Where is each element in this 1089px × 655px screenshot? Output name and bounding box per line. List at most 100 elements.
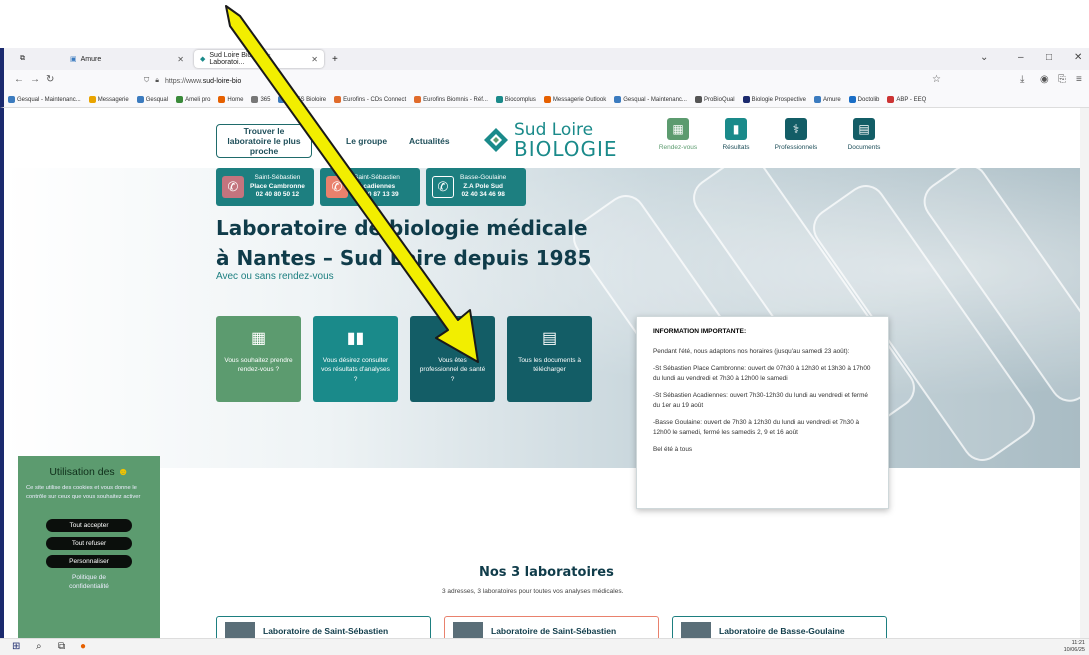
bar-chart-icon: ▮ <box>725 118 747 140</box>
lab-name: Saint-Sébastien <box>254 174 301 182</box>
cookie-refuse-button[interactable]: Tout refuser <box>46 537 132 551</box>
firefox-icon[interactable]: ● <box>80 641 86 652</box>
bookmark-favicon-icon <box>742 96 750 103</box>
download-icon[interactable]: ⤓ <box>1020 74 1024 85</box>
tab-list-icon[interactable]: ⌄ <box>980 52 988 63</box>
close-window-icon[interactable]: ✕ <box>1074 52 1082 63</box>
bookmark-item[interactable]: ORES Bioloire <box>278 96 326 103</box>
quick-link-professionnels[interactable]: ⚕ Professionnels <box>766 118 826 151</box>
lab-card-saint-sebastien-2[interactable]: Laboratoire de Saint-Sébastien <box>444 616 659 638</box>
favicon-icon: ◆ <box>200 56 206 63</box>
nav-le-groupe[interactable]: Le groupe <box>346 136 387 146</box>
bar-chart-icon: ▮▮ <box>346 330 365 347</box>
card-text: Vous êtes professionnel de santé ? <box>419 357 486 383</box>
bookmark-item[interactable]: Biocomplus <box>495 96 536 103</box>
card-text: Vous souhaitez prendre rendez-vous ? <box>224 357 293 374</box>
back-icon[interactable]: ← <box>14 74 24 85</box>
phone-badge-acadiennes[interactable]: ✆ Saint-Sébastien Acadiennes 02 40 87 13… <box>320 168 420 206</box>
address-bar[interactable]: ⛉ 🔒︎ https://www. sud-loire-bio <box>144 73 884 89</box>
bookmark-item[interactable]: 365 <box>251 96 270 103</box>
bookmark-favicon-icon <box>278 96 286 103</box>
lab-card-saint-sebastien-1[interactable]: Laboratoire de Saint-Sébastien <box>216 616 431 638</box>
tab-amure[interactable]: ▣ Amure ✕ <box>64 50 190 68</box>
bookmark-label: ProBioQual <box>703 96 735 103</box>
bookmark-item[interactable]: Gesqual - Maintenanc... <box>8 96 81 103</box>
bookmark-favicon-icon <box>8 96 15 103</box>
cookie-text: Ce site utilise des cookies et vous donn… <box>26 485 141 500</box>
bookmark-item[interactable]: Ameli pro <box>176 96 210 103</box>
lab-card-basse-goulaine[interactable]: Laboratoire de Basse-Goulaine <box>672 616 887 638</box>
phone-badge-place-cambronne[interactable]: ✆ Saint-Sébastien Place Cambronne 02 40 … <box>216 168 314 206</box>
forward-icon[interactable]: → <box>30 74 40 85</box>
lab-photo <box>681 622 711 638</box>
bookmark-item[interactable]: Gesqual <box>136 96 168 103</box>
cookie-accept-button[interactable]: Tout accepter <box>46 519 132 533</box>
bookmark-item[interactable]: Biologie Prospective <box>742 96 806 103</box>
close-tab-icon[interactable]: ✕ <box>177 55 184 64</box>
hero-subtitle: Avec ou sans rendez-vous <box>216 271 334 282</box>
web-page: Trouver le laboratoire le plus proche Le… <box>0 108 1080 638</box>
hero-title-line1: Laboratoire de biologie médicale <box>216 216 588 240</box>
card-professionnels[interactable]: ⚕ Vous êtes professionnel de santé ? <box>410 316 495 402</box>
maximize-icon[interactable]: □ <box>1046 52 1052 63</box>
tab-overview-icon[interactable]: ⧉ <box>14 50 28 68</box>
bookmark-item[interactable]: ProBioQual <box>694 96 735 103</box>
bookmark-item[interactable]: Eurofins Biomnis - Réf... <box>414 96 488 103</box>
bookmark-item[interactable]: Doctolib <box>848 96 879 103</box>
new-tab-button[interactable]: + <box>326 50 344 68</box>
bookmark-item[interactable]: Home <box>218 96 243 103</box>
site-logo[interactable]: Sud Loire BIOLOGIE <box>482 120 632 161</box>
task-view-icon[interactable]: ⧉ <box>58 641 65 652</box>
bookmark-label: Gesqual - Maintenanc... <box>623 96 687 103</box>
card-rendez-vous[interactable]: ▦ Vous souhaitez prendre rendez-vous ? <box>216 316 301 402</box>
account-icon[interactable]: ◉ <box>1040 74 1049 85</box>
search-icon[interactable]: ⌕ <box>36 641 42 652</box>
bookmark-label: ORES Bioloire <box>287 96 327 103</box>
card-documents[interactable]: ▤ Tous les documents à télécharger <box>507 316 592 402</box>
logo-text-line2: BIOLOGIE <box>514 137 618 161</box>
quick-link-documents[interactable]: ▤ Documents <box>834 118 894 151</box>
quick-link-rendez-vous[interactable]: ▦ Rendez-vous <box>648 118 708 151</box>
screenshot: ⧉ ▣ Amure ✕ ◆ Sud Loire Biologie - Labor… <box>0 0 1089 655</box>
bookmark-item[interactable]: Amure <box>814 96 841 103</box>
phone-number: 02 40 34 46 98 <box>461 191 505 199</box>
bookmark-star-icon[interactable]: ☆ <box>932 74 941 85</box>
clock-date: 10/06/25 <box>1063 647 1085 654</box>
extensions-icon[interactable]: ⎘ <box>1058 74 1066 85</box>
nav-actualites[interactable]: Actualités <box>409 136 450 146</box>
lab-photo <box>453 622 483 638</box>
card-resultats[interactable]: ▮▮ Vous désirez consulter vos résultats … <box>313 316 398 402</box>
find-lab-button[interactable]: Trouver le laboratoire le plus proche <box>216 124 312 158</box>
logo-mark-icon <box>484 128 508 152</box>
bookmark-label: Biocomplus <box>504 96 536 103</box>
bookmark-item[interactable]: ABP - EEQ <box>887 96 926 103</box>
bookmark-item[interactable]: Eurofins - CDs Connect <box>334 96 406 103</box>
page-scrollbar[interactable] <box>1080 108 1089 638</box>
tab-sud-loire[interactable]: ◆ Sud Loire Biologie - Laboratoi... ✕ <box>194 50 324 68</box>
url-prefix: https://www. <box>164 77 203 85</box>
tab-label: Amure <box>80 55 102 63</box>
phone-badge-basse-goulaine[interactable]: ✆ Basse-Goulaine Z.A Pole Sud 02 40 34 4… <box>426 168 526 206</box>
privacy-policy-link[interactable]: Politique de confidentialité <box>18 573 160 591</box>
browser-tab-bar: ⧉ ▣ Amure ✕ ◆ Sud Loire Biologie - Labor… <box>0 48 1089 70</box>
system-clock[interactable]: 11:21 10/06/25 <box>1064 640 1085 654</box>
favicon-icon: ▣ <box>70 56 77 63</box>
bookmark-item[interactable]: Messagerie Outlook <box>543 96 607 103</box>
minimize-icon[interactable]: – <box>1018 52 1024 63</box>
close-tab-icon[interactable]: ✕ <box>311 55 318 64</box>
bookmark-label: Eurofins - CDs Connect <box>343 96 407 103</box>
menu-icon[interactable]: ≡ <box>1076 74 1082 85</box>
cookie-panel: Utilisation des ☻ Ce site utilise des co… <box>18 456 160 638</box>
windows-start-icon[interactable]: ⊞ <box>12 641 20 652</box>
quick-link-resultats[interactable]: ▮ Résultats <box>706 118 766 151</box>
cookie-customize-button[interactable]: Personnaliser <box>46 555 132 569</box>
bookmark-label: Eurofins Biomnis - Réf... <box>423 96 488 103</box>
bookmark-item[interactable]: Gesqual - Maintenanc... <box>614 96 687 103</box>
browser-nav-bar: ← → ↻ ⛉ 🔒︎ https://www. sud-loire-bio ☆ … <box>0 70 1089 92</box>
phone-number: 02 40 87 13 39 <box>355 191 399 199</box>
bookmark-label: Messagerie Outlook <box>552 96 607 103</box>
bookmark-item[interactable]: Messagerie <box>88 96 129 103</box>
action-cards: ▦ Vous souhaitez prendre rendez-vous ? ▮… <box>216 316 592 402</box>
reload-icon[interactable]: ↻ <box>46 74 54 85</box>
hero-title: Laboratoire de biologie médicale à Nante… <box>216 213 591 273</box>
